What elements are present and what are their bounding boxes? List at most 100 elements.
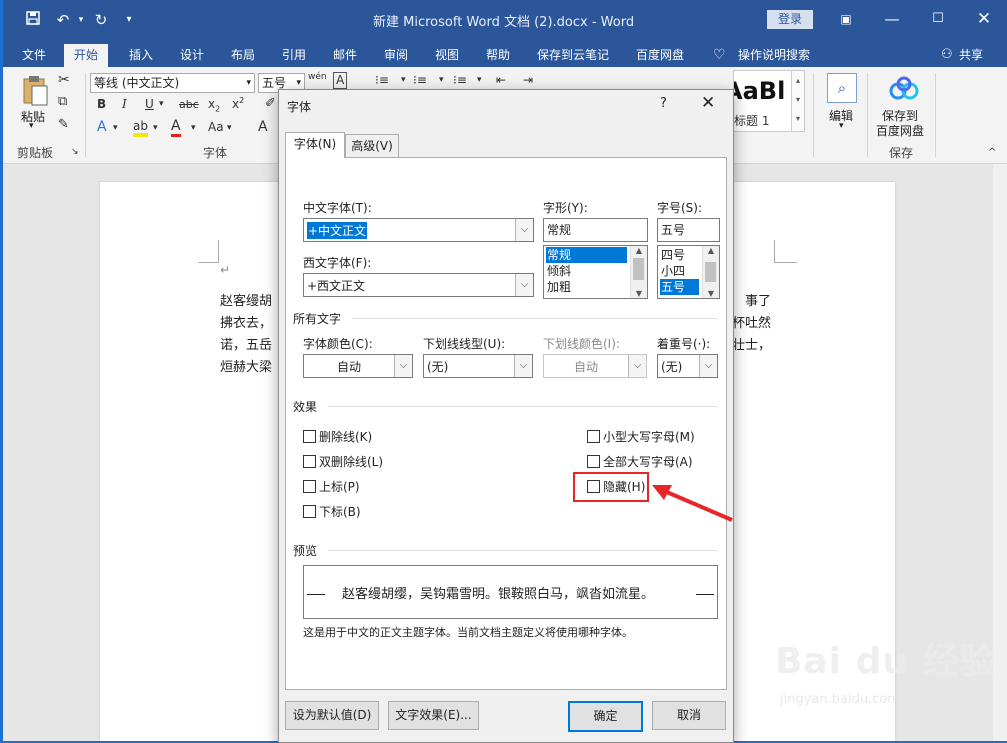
character-border-icon[interactable]: A bbox=[333, 72, 348, 89]
change-case-dropdown-icon[interactable]: ▾ bbox=[227, 123, 232, 133]
subscript-checkbox[interactable] bbox=[303, 505, 316, 518]
font-size-input[interactable]: 五号 bbox=[657, 218, 720, 242]
styles-gallery-scroll[interactable]: ▴ ▾ ▾ bbox=[791, 70, 805, 132]
grow-font-icon[interactable]: A bbox=[258, 119, 268, 135]
paste-dropdown-icon[interactable]: ▾ bbox=[29, 121, 34, 131]
bold-icon[interactable]: B bbox=[97, 97, 106, 111]
bullets-icon[interactable]: ⁝≡ bbox=[375, 73, 389, 87]
bullets-dropdown-icon[interactable]: ▾ bbox=[401, 75, 406, 85]
set-default-button[interactable]: 设为默认值(D) bbox=[285, 701, 379, 730]
share-button[interactable]: 共享 bbox=[957, 44, 985, 67]
increase-indent-icon[interactable]: ⇥ bbox=[523, 73, 533, 87]
styles-gallery[interactable]: AaBl 标题 1 bbox=[733, 70, 793, 132]
phonetic-guide-icon[interactable]: wén bbox=[308, 72, 327, 82]
list-item[interactable]: 小四 bbox=[660, 263, 699, 279]
cancel-button[interactable]: 取消 bbox=[652, 701, 726, 730]
text-effects-dropdown-icon[interactable]: ▾ bbox=[113, 123, 118, 133]
strikethrough-label[interactable]: 删除线(K) bbox=[319, 428, 372, 445]
login-button[interactable]: 登录 bbox=[767, 10, 813, 29]
tab-help[interactable]: 帮助 bbox=[484, 44, 512, 67]
scroll-up-icon[interactable]: ▲ bbox=[631, 246, 647, 255]
list-item[interactable]: 加粗 bbox=[546, 279, 627, 295]
tab-view[interactable]: 视图 bbox=[433, 44, 461, 67]
superscript-label[interactable]: 上标(P) bbox=[319, 478, 360, 495]
dialog-close-icon[interactable]: ✕ bbox=[701, 93, 715, 113]
text-effects-button[interactable]: 文字效果(E)... bbox=[388, 701, 479, 730]
font-name-box[interactable]: 等线 (中文正文) ▾ bbox=[90, 73, 255, 93]
numbering-icon[interactable]: ⁝≡ bbox=[413, 73, 427, 87]
underline-dropdown-icon[interactable]: ▾ bbox=[159, 99, 164, 109]
chevron-down-icon[interactable]: ⌵ bbox=[514, 355, 532, 377]
highlight-icon[interactable]: ab bbox=[133, 119, 148, 137]
scroll-thumb[interactable] bbox=[633, 258, 644, 280]
undo-dropdown-icon[interactable]: ▾ bbox=[71, 10, 91, 30]
all-caps-label[interactable]: 全部大写字母(A) bbox=[603, 453, 693, 470]
redo-icon[interactable]: ↻ bbox=[91, 10, 111, 30]
change-case-icon[interactable]: Aa bbox=[208, 120, 224, 134]
underline-style-combo[interactable]: (无) ⌵ bbox=[423, 354, 533, 378]
minimize-icon[interactable]: — bbox=[874, 8, 910, 30]
clear-formatting-icon[interactable]: ✐ bbox=[265, 96, 276, 111]
strikethrough-checkbox[interactable] bbox=[303, 430, 316, 443]
tab-insert[interactable]: 插入 bbox=[127, 44, 155, 67]
list-item[interactable]: 五号 bbox=[660, 279, 699, 295]
font-style-input[interactable]: 常规 bbox=[543, 218, 648, 242]
format-painter-icon[interactable]: ✎ bbox=[58, 117, 69, 132]
ribbon-display-icon[interactable]: ▣ bbox=[828, 8, 864, 30]
tell-me-search[interactable]: 操作说明搜索 bbox=[736, 44, 812, 67]
tab-references[interactable]: 引用 bbox=[280, 44, 308, 67]
double-strikethrough-label[interactable]: 双删除线(L) bbox=[319, 453, 383, 470]
scroll-thumb[interactable] bbox=[705, 262, 716, 282]
small-caps-label[interactable]: 小型大写字母(M) bbox=[603, 428, 695, 445]
undo-icon[interactable]: ↶ bbox=[53, 10, 73, 30]
small-caps-checkbox[interactable] bbox=[587, 430, 600, 443]
list-scrollbar[interactable]: ▲ ▼ bbox=[630, 246, 647, 298]
scroll-down-icon[interactable]: ▼ bbox=[631, 289, 647, 298]
font-size-list[interactable]: 四号 小四 五号 ▲ ▼ bbox=[657, 245, 720, 299]
tab-mailings[interactable]: 邮件 bbox=[331, 44, 359, 67]
clipboard-launcher-icon[interactable]: ↘ bbox=[71, 147, 79, 157]
decrease-indent-icon[interactable]: ⇤ bbox=[496, 73, 506, 87]
paste-icon[interactable] bbox=[21, 75, 49, 107]
ok-button[interactable]: 确定 bbox=[568, 701, 643, 732]
underline-icon[interactable]: U bbox=[145, 97, 154, 111]
cn-font-combo[interactable]: +中文正文 ⌵ bbox=[303, 218, 534, 242]
maximize-icon[interactable]: ☐ bbox=[920, 8, 956, 30]
multilevel-list-icon[interactable]: ⁝≡ bbox=[453, 73, 467, 87]
list-scrollbar[interactable]: ▲ ▼ bbox=[702, 246, 719, 298]
font-style-list[interactable]: 常规 倾斜 加粗 ▲ ▼ bbox=[543, 245, 648, 299]
collapse-ribbon-icon[interactable]: ^ bbox=[988, 147, 996, 158]
chevron-down-icon[interactable]: ⌵ bbox=[515, 219, 533, 241]
cut-icon[interactable]: ✂ bbox=[58, 72, 70, 88]
italic-icon[interactable]: I bbox=[122, 97, 127, 111]
chevron-down-icon[interactable]: ⌵ bbox=[699, 355, 717, 377]
tab-advanced[interactable]: 高级(V) bbox=[345, 134, 399, 158]
chevron-down-icon[interactable]: ⌵ bbox=[515, 274, 533, 296]
subscript-label[interactable]: 下标(B) bbox=[319, 503, 361, 520]
highlight-dropdown-icon[interactable]: ▾ bbox=[153, 123, 158, 133]
font-color-dropdown-icon[interactable]: ▾ bbox=[191, 123, 196, 133]
tab-font[interactable]: 字体(N) bbox=[285, 132, 345, 158]
tab-layout[interactable]: 布局 bbox=[229, 44, 257, 67]
scroll-down-icon[interactable]: ▼ bbox=[703, 289, 719, 298]
save-icon[interactable] bbox=[23, 10, 43, 30]
superscript-checkbox[interactable] bbox=[303, 480, 316, 493]
help-icon[interactable]: ? bbox=[660, 96, 667, 111]
strikethrough-icon[interactable]: abc bbox=[179, 98, 199, 111]
numbering-dropdown-icon[interactable]: ▾ bbox=[439, 75, 444, 85]
baidu-pan-label[interactable]: 百度网盘 bbox=[876, 122, 924, 139]
text-effects-icon[interactable]: A bbox=[97, 119, 107, 135]
list-item[interactable]: 倾斜 bbox=[546, 263, 627, 279]
multilevel-list-dropdown-icon[interactable]: ▾ bbox=[477, 75, 482, 85]
editing-dropdown-icon[interactable]: ▾ bbox=[839, 121, 844, 131]
font-color-icon[interactable]: A bbox=[171, 119, 181, 137]
superscript-icon[interactable]: x2 bbox=[232, 96, 244, 111]
find-icon[interactable]: ⌕ bbox=[827, 73, 857, 103]
subscript-icon[interactable]: x2 bbox=[208, 97, 220, 113]
copy-icon[interactable]: ⧉ bbox=[58, 94, 67, 109]
tab-design[interactable]: 设计 bbox=[178, 44, 206, 67]
close-icon[interactable]: ✕ bbox=[966, 8, 1002, 30]
tab-file[interactable]: 文件 bbox=[20, 44, 48, 67]
double-strikethrough-checkbox[interactable] bbox=[303, 455, 316, 468]
emphasis-mark-combo[interactable]: (无) ⌵ bbox=[657, 354, 718, 378]
